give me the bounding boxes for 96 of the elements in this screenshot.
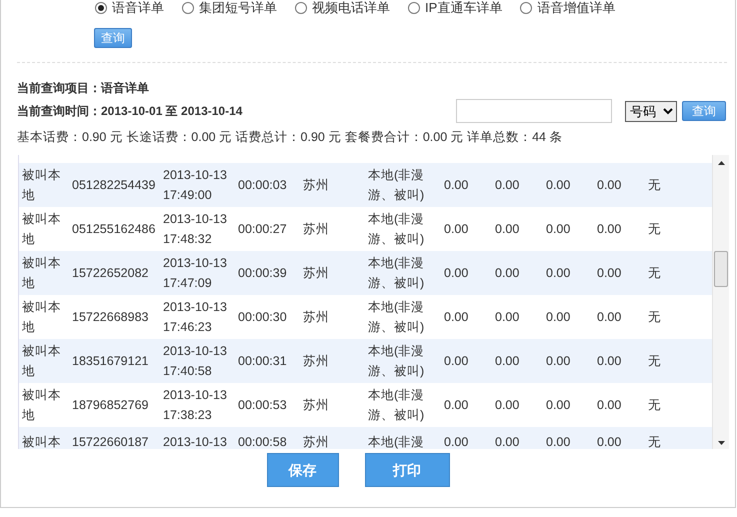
table-cell: 苏州	[300, 163, 365, 207]
table-cell: 0.00	[543, 251, 594, 295]
table-cell: 被叫本地	[19, 295, 69, 339]
table-cell: 无	[645, 295, 712, 339]
table-cell: 苏州	[300, 207, 365, 251]
table-cell: 本地(非漫游、被叫)	[365, 339, 441, 383]
table-cell: 0.00	[492, 163, 543, 207]
table-cell: 2013-10-13 17:40:58	[160, 339, 235, 383]
table-cell: 无	[645, 163, 712, 207]
radio-label[interactable]: 语音增值详单	[537, 0, 616, 16]
table-cell: 0.00	[594, 339, 645, 383]
table-cell: 无	[645, 251, 712, 295]
table-cell: 被叫本地	[19, 207, 69, 251]
radio-label[interactable]: 视频电话详单	[312, 0, 390, 16]
table-cell: 0.00	[441, 427, 492, 449]
current-query-item: 当前查询项目：语音详单	[16, 80, 150, 97]
radio-button[interactable]	[182, 2, 194, 14]
table-cell: 被叫本地	[19, 339, 69, 383]
table-cell: 0.00	[492, 339, 543, 383]
table-cell: 被叫本	[19, 427, 69, 449]
radio-label[interactable]: 语音详单	[112, 0, 164, 16]
radio-button[interactable]	[408, 2, 420, 14]
table-cell: 苏州	[300, 427, 365, 449]
table-cell: 0.00	[492, 251, 543, 295]
table-cell: 0.00	[594, 251, 645, 295]
radio-label[interactable]: 集团短号详单	[199, 0, 277, 16]
table-cell: 00:00:30	[235, 295, 300, 339]
table-cell: 0.00	[543, 339, 594, 383]
table-cell: 0.00	[543, 207, 594, 251]
radio-button[interactable]	[520, 2, 532, 14]
table-cell: 2013-10-13	[160, 427, 235, 449]
table-cell: 051282254439	[69, 163, 160, 207]
table-cell: 0.00	[492, 427, 543, 449]
table-cell: 00:00:27	[235, 207, 300, 251]
table-cell: 0.00	[543, 427, 594, 449]
table-cell: 本地(非漫游、被叫)	[365, 251, 441, 295]
fee-summary: 基本话费：0.90 元 长途话费：0.00 元 话费总计：0.90 元 套餐费合计：0.00 元 详单总数：44 条	[16, 129, 564, 145]
table-cell: 0.00	[594, 207, 645, 251]
search-type-select[interactable]: 号码	[625, 100, 677, 122]
table-cell: 苏州	[300, 251, 365, 295]
table-cell: 本地(非漫游、被叫)	[365, 383, 441, 427]
table-cell: 15722668983	[69, 295, 160, 339]
table-cell: 本地(非漫游、被叫)	[365, 295, 441, 339]
table-cell: 2013-10-13 17:48:32	[160, 207, 235, 251]
table-cell: 本地(非漫	[365, 427, 441, 449]
table-cell: 2013-10-13 17:38:23	[160, 383, 235, 427]
radio-button[interactable]	[295, 2, 307, 14]
table-cell: 0.00	[441, 295, 492, 339]
table-cell: 0.00	[492, 383, 543, 427]
table-cell: 00:00:03	[235, 163, 300, 207]
table-cell: 18351679121	[69, 339, 160, 383]
table-cell: 0.00	[594, 295, 645, 339]
table-cell: 00:00:58	[235, 427, 300, 449]
table-cell: 无	[645, 339, 712, 383]
table-cell: 0.00	[594, 427, 645, 449]
table-cell: 2013-10-13 17:46:23	[160, 295, 235, 339]
table-cell: 15722660187	[69, 427, 160, 449]
table-cell: 2013-10-13 17:47:09	[160, 251, 235, 295]
table-cell: 无	[645, 383, 712, 427]
table-cell: 无	[645, 207, 712, 251]
table-cell: 被叫本地	[19, 251, 69, 295]
table-cell: 0.00	[441, 339, 492, 383]
table-cell: 0.00	[594, 383, 645, 427]
radio-button[interactable]	[95, 2, 107, 14]
table-cell: 0.00	[543, 163, 594, 207]
table-cell: 0.00	[492, 207, 543, 251]
table-cell: 苏州	[300, 339, 365, 383]
radio-label[interactable]: IP直通车详单	[425, 0, 502, 16]
scroll-down-icon[interactable]	[718, 441, 726, 445]
table-cell: 0.00	[441, 163, 492, 207]
scroll-thumb[interactable]	[714, 251, 728, 287]
table-cell: 被叫本地	[19, 163, 69, 207]
table-cell: 0.00	[441, 383, 492, 427]
table-cell: 0.00	[543, 383, 594, 427]
table-cell: 00:00:53	[235, 383, 300, 427]
current-query-time: 当前查询时间：2013-10-01 至 2013-10-14	[16, 103, 244, 120]
table-cell: 无	[645, 427, 712, 449]
table-cell: 0.00	[492, 295, 543, 339]
table-cell: 0.00	[441, 207, 492, 251]
table-cell: 00:00:31	[235, 339, 300, 383]
table-cell: 本地(非漫游、被叫)	[365, 163, 441, 207]
table-cell: 0.00	[543, 295, 594, 339]
table-cell: 苏州	[300, 295, 365, 339]
table-cell: 2013-10-13 17:49:00	[160, 163, 235, 207]
table-cell: 18796852769	[69, 383, 160, 427]
scrollbar[interactable]	[712, 155, 729, 449]
table-cell: 00:00:39	[235, 251, 300, 295]
table-cell: 苏州	[300, 383, 365, 427]
table-cell: 0.00	[594, 163, 645, 207]
table-cell: 被叫本地	[19, 383, 69, 427]
table-cell: 15722652082	[69, 251, 160, 295]
table-cell: 0.00	[441, 251, 492, 295]
scroll-up-icon[interactable]	[718, 161, 726, 165]
table-cell: 本地(非漫游、被叫)	[365, 207, 441, 251]
search-field[interactable]	[456, 99, 612, 123]
table-cell: 051255162486	[69, 207, 160, 251]
